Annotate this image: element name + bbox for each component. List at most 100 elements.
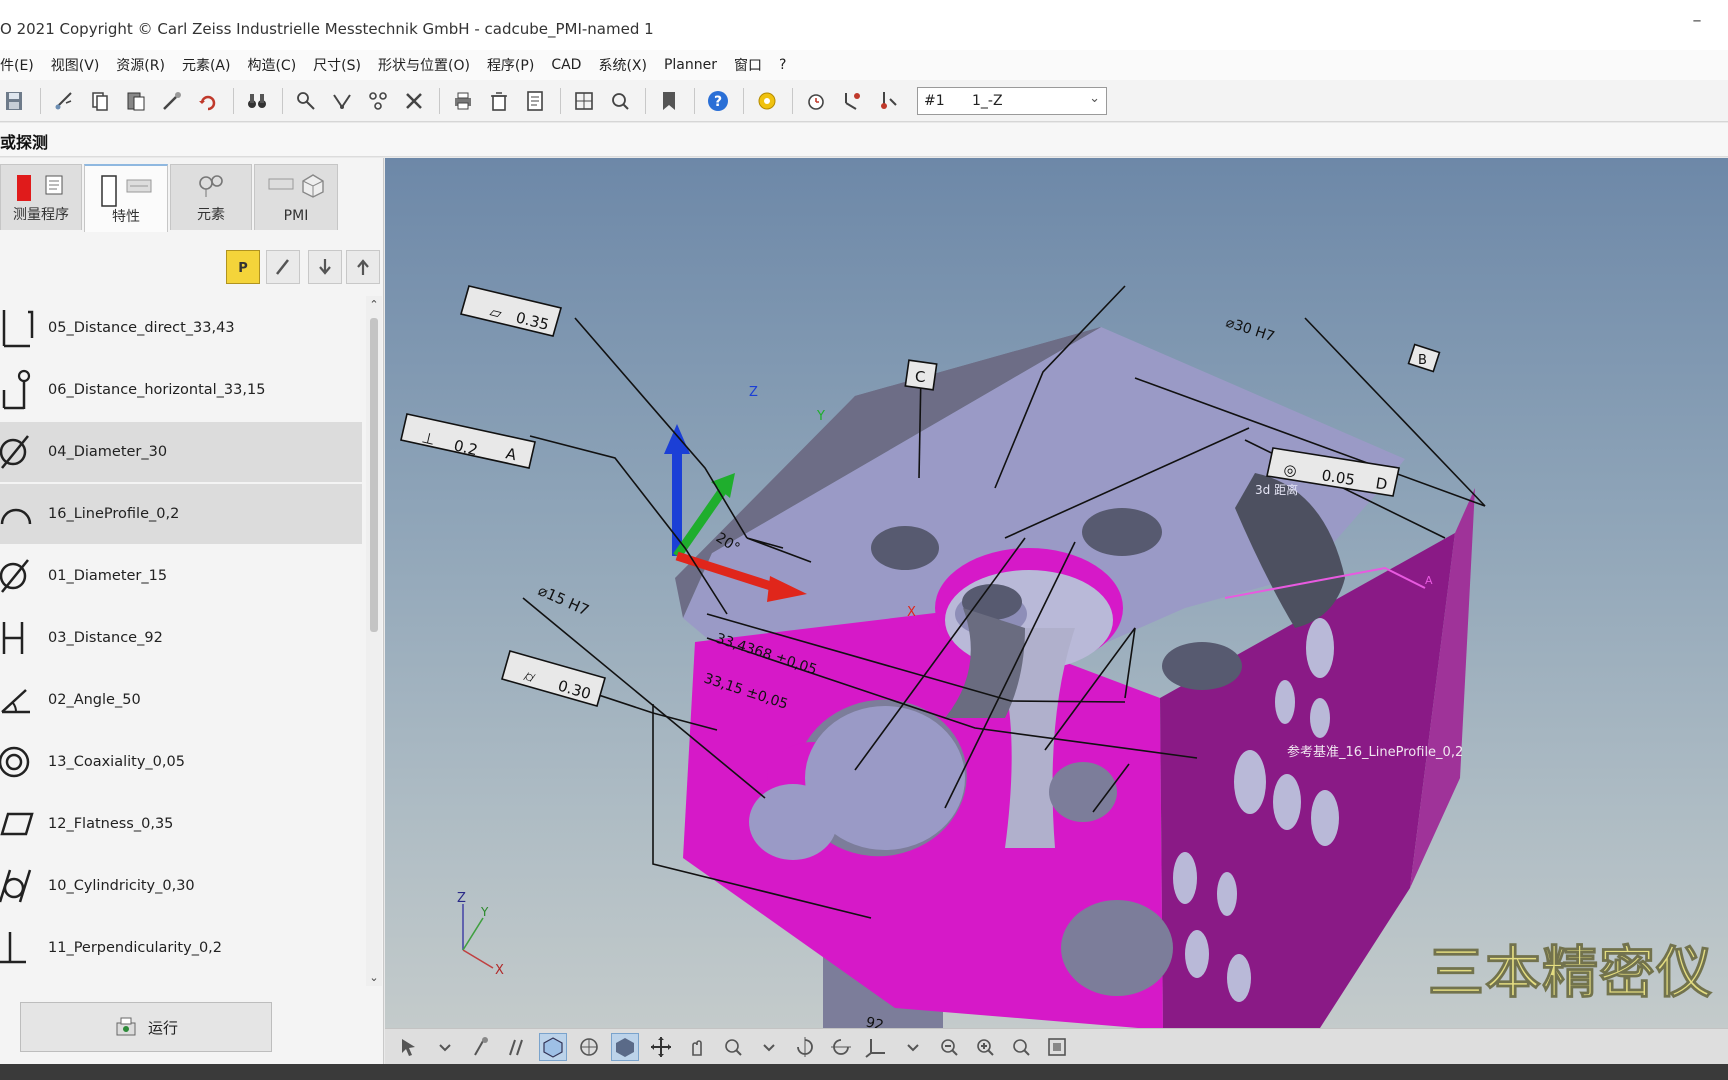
tab-pmi[interactable]: PMI [254, 164, 338, 230]
chevron-up-icon[interactable]: ⌃ [368, 298, 380, 311]
run-button[interactable]: 运行 [20, 1002, 272, 1052]
list-item[interactable]: 01_Diameter_15 [0, 546, 362, 606]
minimize-button[interactable]: – [1682, 10, 1712, 34]
list-item[interactable]: 10_Cylindricity_0,30 [0, 856, 362, 916]
chevron-down-icon[interactable] [431, 1033, 459, 1061]
pmi-filter-button[interactable]: P [226, 250, 260, 284]
binoculars-icon[interactable] [244, 88, 270, 114]
list-item[interactable]: 16_LineProfile_0,2 [0, 484, 362, 544]
settings-gear-icon[interactable] [754, 88, 780, 114]
multi-probe-icon[interactable] [503, 1033, 531, 1061]
rotate-icon[interactable] [195, 88, 221, 114]
cad-viewport[interactable]: Z Y X ▱ 0.35 ⊥ 0.2 A ⌭ 0.30 ◎ 0.05 D C B… [385, 158, 1728, 1030]
edit-button[interactable] [266, 250, 300, 284]
menu-view[interactable]: 视图(V) [51, 55, 100, 75]
element-icon[interactable] [293, 88, 319, 114]
move-up-button[interactable] [346, 250, 380, 284]
stylus-select-number: #1 [924, 92, 945, 109]
measurement-plan-icon [1, 173, 81, 201]
fit-all-icon[interactable] [1043, 1033, 1071, 1061]
rotate-x-icon[interactable] [791, 1033, 819, 1061]
menu-construct[interactable]: 构造(C) [247, 55, 296, 75]
chevron-down-icon[interactable] [899, 1033, 927, 1061]
menu-file[interactable]: 件(E) [0, 55, 34, 75]
view-orientation-triad: Z Y X [457, 891, 504, 978]
list-item[interactable]: 03_Distance_92 [0, 608, 362, 668]
menu-form-position[interactable]: 形状与位置(O) [378, 55, 470, 75]
menu-system[interactable]: 系统(X) [598, 55, 647, 75]
datum-c-label: C [915, 368, 925, 386]
shaded-view-icon[interactable] [539, 1032, 567, 1061]
search-icon[interactable] [607, 88, 633, 114]
move-down-button[interactable] [308, 250, 342, 284]
menu-resources[interactable]: 资源(R) [116, 55, 165, 75]
zoom-window-icon[interactable] [719, 1033, 747, 1061]
wireframe-view-icon[interactable] [575, 1033, 603, 1061]
tab-measurement-plan[interactable]: 测量程序 [0, 164, 82, 230]
plan-icon[interactable] [571, 88, 597, 114]
menu-help[interactable]: ? [779, 57, 786, 73]
zoom-icon[interactable] [1007, 1033, 1035, 1061]
right-hole [1311, 790, 1339, 846]
menu-window[interactable]: 窗口 [734, 55, 762, 75]
stylus-icon[interactable] [159, 88, 185, 114]
hand-icon[interactable] [683, 1033, 711, 1061]
report-icon[interactable] [522, 88, 548, 114]
zoom-in-icon[interactable] [971, 1033, 999, 1061]
stylus-select[interactable]: #1 1_-Z ⌄ [917, 86, 1107, 115]
scrollbar-thumb[interactable] [370, 318, 378, 632]
list-item[interactable]: 12_Flatness_0,35 [0, 794, 362, 854]
select-mode-icon[interactable] [395, 1033, 423, 1061]
print-icon[interactable] [450, 88, 476, 114]
pan-icon[interactable] [647, 1033, 675, 1061]
panel-tabs: 测量程序 特性 元素 PMI [0, 158, 384, 232]
bookmark-icon[interactable] [656, 88, 682, 114]
menu-cad[interactable]: CAD [551, 57, 581, 73]
coax-symbol: ◎ [1282, 460, 1298, 480]
tab-elements[interactable]: 元素 [170, 164, 252, 230]
distance-direct-icon [0, 306, 40, 350]
save-icon[interactable] [2, 88, 28, 114]
tools-icon[interactable] [401, 88, 427, 114]
list-item-label: 10_Cylindricity_0,30 [48, 878, 195, 894]
paste-icon[interactable] [123, 88, 149, 114]
probe-scan-icon[interactable] [329, 88, 355, 114]
solid-view-icon[interactable] [611, 1032, 639, 1061]
chevron-down-icon[interactable] [755, 1033, 783, 1061]
list-scrollbar[interactable]: ⌃ ⌄ [366, 296, 382, 986]
list-item[interactable]: 06_Distance_horizontal_33,15 [0, 360, 362, 420]
right-hole [1217, 872, 1237, 916]
right-hole [1185, 930, 1209, 978]
probe-qualify-icon[interactable] [875, 88, 901, 114]
copy-icon[interactable] [87, 88, 113, 114]
menu-planner[interactable]: Planner [664, 57, 717, 73]
menu-program[interactable]: 程序(P) [487, 55, 534, 75]
chevron-down-icon[interactable]: ⌄ [368, 971, 380, 984]
list-item[interactable]: 13_Coaxiality_0,05 [0, 732, 362, 792]
line-profile-icon [0, 492, 40, 536]
menu-elements[interactable]: 元素(A) [182, 55, 231, 75]
zoom-out-icon[interactable] [935, 1033, 963, 1061]
probe-view-icon[interactable] [467, 1033, 495, 1061]
perpendicularity-icon [0, 926, 40, 970]
tab-label: 元素 [197, 207, 225, 223]
menu-size[interactable]: 尺寸(S) [313, 55, 361, 75]
list-item[interactable]: 11_Perpendicularity_0,2 [0, 918, 362, 972]
list-item[interactable]: 05_Distance_direct_33,43 [0, 298, 362, 358]
clock-probe-icon[interactable] [803, 88, 829, 114]
rotate-y-icon[interactable] [827, 1033, 855, 1061]
distance-horizontal-icon [0, 368, 40, 412]
probe-change-icon[interactable] [839, 88, 865, 114]
tab-characteristics[interactable]: 特性 [84, 164, 168, 232]
list-item[interactable]: 04_Diameter_30 [0, 422, 362, 482]
datum-a-magenta-label: A [1425, 574, 1433, 587]
probe-icon[interactable] [51, 88, 77, 114]
arrow-down-icon [319, 259, 331, 275]
help-icon[interactable]: ? [705, 88, 731, 114]
elements-icon [171, 173, 251, 199]
delete-icon[interactable] [486, 88, 512, 114]
cluster-icon[interactable] [365, 88, 391, 114]
list-item[interactable]: 02_Angle_50 [0, 670, 362, 730]
toolbar-separator [792, 87, 793, 114]
coordinate-system-icon[interactable] [863, 1033, 891, 1061]
